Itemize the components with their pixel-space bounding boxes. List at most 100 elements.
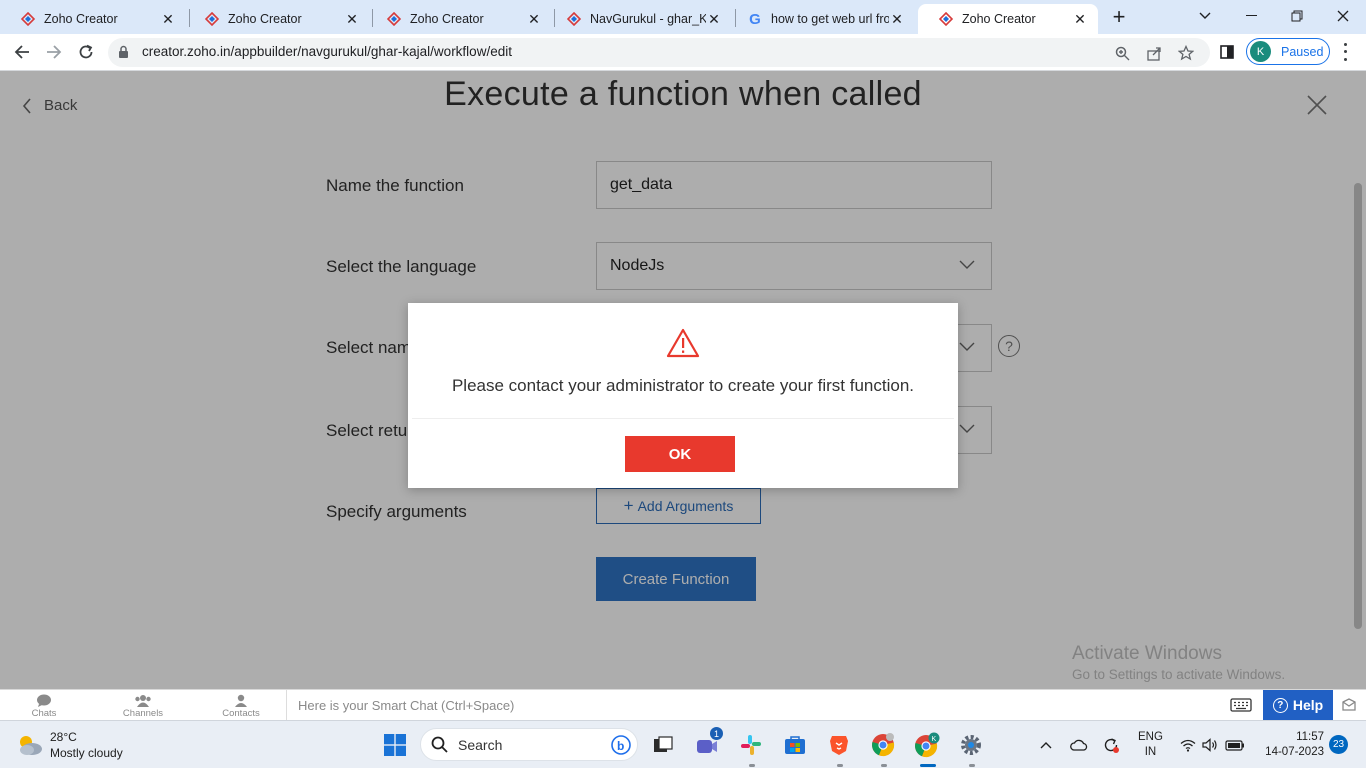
question-icon: ? [1272,697,1288,713]
tab-title: Zoho Creator [410,12,484,26]
windows-taskbar: 28°C Mostly cloudy Search b 1 K ENG IN 1… [0,720,1366,768]
weather-desc: Mostly cloudy [50,746,123,760]
cloudy-weather-icon [20,736,42,755]
divider [412,418,954,419]
zoho-icon [938,11,954,27]
clock-time: 11:57 [1296,731,1324,743]
google-icon: G [749,10,761,28]
battery-icon[interactable] [1222,730,1248,760]
tab-title: how to get web url fro [771,12,889,26]
alert-dialog: Please contact your administrator to cre… [408,303,958,488]
language-code: ENG [1138,731,1163,743]
weather-temp: 28°C [50,730,77,744]
contacts-icon [211,693,271,708]
close-tab-icon[interactable]: ✕ [1072,11,1088,27]
back-arrow-icon[interactable] [9,39,35,65]
browser-toolbar: creator.zoho.in/appbuilder/navgurukul/gh… [0,34,1366,71]
region-code: IN [1144,746,1157,758]
bookmark-star-icon[interactable] [1176,43,1196,63]
tab-title: NavGurukul - ghar_Ka [590,12,706,26]
alert-message: Please contact your administrator to cre… [451,376,915,395]
profile-button[interactable]: K Paused [1246,38,1330,65]
search-label: Search [458,736,503,753]
system-clock[interactable]: 11:57 14-07-2023 [1258,730,1324,760]
contacts-button[interactable]: Contacts [211,693,271,719]
close-window-icon[interactable] [1320,0,1366,32]
avatar: K [1250,41,1271,62]
svg-text:K: K [932,736,937,743]
bing-icon[interactable]: b [611,735,631,758]
chats-label: Chats [31,708,57,719]
ok-button[interactable]: OK [625,436,735,472]
close-tab-icon[interactable]: ✕ [160,11,176,27]
browser-tab-strip: Zoho Creator ✕ Zoho Creator ✕ Zoho Creat… [0,0,1366,34]
slack-icon[interactable] [736,730,766,760]
side-panel-icon[interactable] [1214,39,1240,65]
help-button[interactable]: ? Help [1263,690,1333,720]
task-view-icon[interactable] [648,730,678,760]
reload-icon[interactable] [73,39,99,65]
windows-start-icon[interactable] [380,730,410,760]
browser-tab[interactable]: G how to get web url fro ✕ [727,4,915,34]
zoho-icon [386,11,402,27]
zoom-icon[interactable] [1112,43,1132,63]
close-tab-icon[interactable]: ✕ [344,11,360,27]
restore-icon[interactable] [1274,0,1320,32]
url-text[interactable]: creator.zoho.in/appbuilder/navgurukul/gh… [142,44,512,59]
chrome-profile-icon[interactable]: K [912,730,942,760]
wifi-icon[interactable] [1176,730,1200,760]
browser-tab[interactable]: Zoho Creator ✕ [366,4,552,34]
settings-gear-icon[interactable] [956,730,986,760]
share-icon[interactable] [1144,43,1164,63]
microsoft-store-icon[interactable] [780,730,810,760]
warning-icon [666,328,700,363]
keyboard-icon[interactable] [1230,698,1252,717]
meet-badge: 1 [710,727,723,740]
chat-bubble-icon [14,693,74,708]
close-tab-icon[interactable]: ✕ [706,11,722,27]
browser-tab[interactable]: Zoho Creator ✕ [0,4,186,34]
chrome-icon[interactable] [868,730,898,760]
onedrive-cloud-icon[interactable] [1066,730,1092,760]
weather-widget[interactable]: 28°C Mostly cloudy [16,729,123,761]
forward-arrow-icon[interactable] [41,39,67,65]
zoho-icon [204,11,220,27]
lock-icon[interactable] [118,45,129,64]
chevron-up-icon[interactable] [1034,730,1058,760]
tab-title: Zoho Creator [962,12,1036,26]
smart-chat-input[interactable]: Here is your Smart Chat (Ctrl+Space) [298,698,514,713]
browser-tab-active[interactable]: Zoho Creator ✕ [918,4,1098,34]
new-tab-icon[interactable]: + [1108,4,1130,29]
clock-date: 14-07-2023 [1265,746,1324,758]
profile-status: Paused [1281,44,1324,59]
channels-label: Channels [122,708,164,719]
close-tab-icon[interactable]: ✕ [889,11,905,27]
input-language[interactable]: ENG IN [1138,730,1163,760]
sync-icon[interactable] [1098,730,1124,760]
help-label: Help [1292,697,1324,713]
zoho-icon [20,11,36,27]
tab-search-chevron-icon[interactable] [1182,0,1228,32]
zoho-chat-bar: Chats Channels Contacts Here is your Sma… [0,689,1366,721]
minimize-icon[interactable] [1228,0,1274,32]
taskbar-search[interactable]: Search b [420,728,638,761]
channels-button[interactable]: Channels [113,693,173,719]
address-bar[interactable]: creator.zoho.in/appbuilder/navgurukul/gh… [108,38,1210,67]
tab-title: Zoho Creator [44,12,118,26]
svg-text:b: b [617,739,624,753]
brave-browser-icon[interactable] [824,730,854,760]
contacts-label: Contacts [222,708,260,719]
browser-tab[interactable]: Zoho Creator ✕ [184,4,370,34]
chat-settings-icon[interactable] [1341,697,1357,718]
tab-title: Zoho Creator [228,12,302,26]
notification-badge[interactable]: 23 [1329,735,1348,754]
chats-button[interactable]: Chats [14,693,74,719]
search-icon [431,736,448,753]
channels-icon [113,693,173,708]
volume-icon[interactable] [1198,730,1222,760]
browser-menu-icon[interactable] [1338,41,1352,63]
zoho-icon [566,11,582,27]
close-tab-icon[interactable]: ✕ [526,11,542,27]
meet-icon[interactable]: 1 [692,727,723,760]
browser-tab[interactable]: NavGurukul - ghar_Ka ✕ [546,4,732,34]
